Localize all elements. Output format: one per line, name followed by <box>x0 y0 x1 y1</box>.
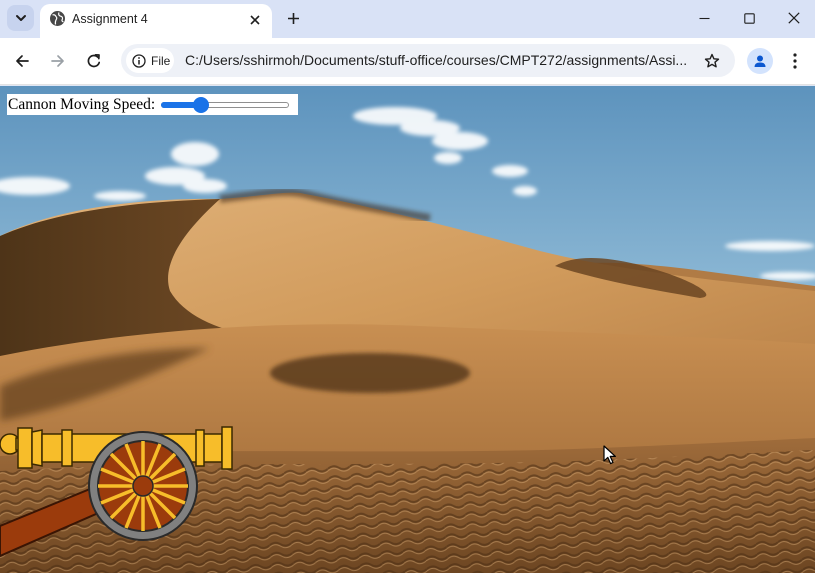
more-vert-icon <box>793 53 797 69</box>
close-window-button[interactable] <box>781 6 807 30</box>
forward-arrow-icon <box>51 55 64 67</box>
close-icon <box>788 12 800 24</box>
info-icon <box>132 53 146 68</box>
bookmark-button[interactable] <box>700 49 724 73</box>
site-info-chip[interactable]: File <box>126 48 174 73</box>
scheme-label: File <box>151 53 171 68</box>
speed-control: Cannon Moving Speed: <box>7 94 298 115</box>
tab-strip: Assignment 4 <box>0 0 815 38</box>
globe-icon <box>50 11 65 26</box>
cannon-wheel <box>88 431 198 541</box>
tab-search-button[interactable] <box>7 5 34 31</box>
game-canvas[interactable] <box>0 86 815 573</box>
mouse-cursor-icon <box>603 445 616 465</box>
minimize-icon <box>699 17 709 19</box>
maximize-button[interactable] <box>736 6 762 30</box>
reload-icon <box>87 53 101 68</box>
back-button[interactable] <box>10 49 34 73</box>
sand-shadow-pool <box>270 353 470 393</box>
maximize-icon <box>743 12 755 24</box>
address-bar[interactable]: File C:/Users/sshirmoh/Documents/stuff-o… <box>121 44 735 77</box>
minimize-button[interactable] <box>691 6 717 30</box>
speed-slider[interactable] <box>161 96 290 113</box>
back-arrow-icon <box>16 55 29 67</box>
speed-label: Cannon Moving Speed: <box>8 95 156 113</box>
browser-menu-button[interactable] <box>784 49 806 73</box>
reload-button[interactable] <box>82 49 106 73</box>
new-tab-button[interactable] <box>282 7 304 29</box>
url-text[interactable]: C:/Users/sshirmoh/Documents/stuff-office… <box>185 52 689 68</box>
slider-thumb[interactable] <box>192 96 209 113</box>
plus-icon <box>287 12 299 24</box>
tab-title: Assignment 4 <box>72 12 148 26</box>
person-icon <box>754 55 766 67</box>
tab-close-button[interactable] <box>245 10 265 30</box>
close-icon <box>250 15 260 25</box>
browser-toolbar: File C:/Users/sshirmoh/Documents/stuff-o… <box>0 38 815 85</box>
chevron-down-icon <box>15 15 26 21</box>
profile-button[interactable] <box>747 48 773 74</box>
tab-assignment-4[interactable]: Assignment 4 <box>40 4 272 38</box>
forward-button[interactable] <box>46 49 70 73</box>
page-viewport: Cannon Moving Speed: <box>0 86 815 573</box>
star-icon <box>704 53 720 68</box>
